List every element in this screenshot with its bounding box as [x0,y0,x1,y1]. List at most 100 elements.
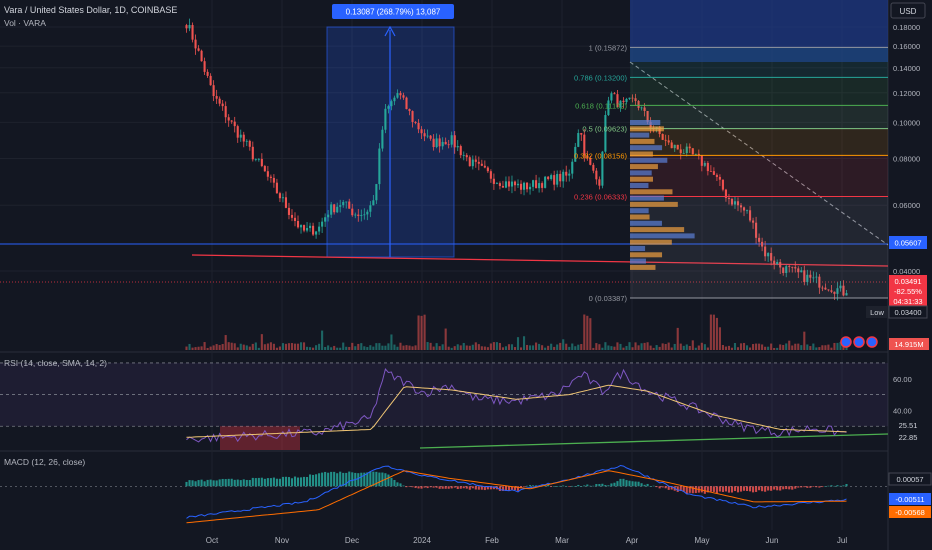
macd-histogram-bar [652,485,655,487]
fib-level-label: 1 (0.15872) [589,43,628,52]
volume-bar [601,347,604,350]
volume-bar [785,343,788,350]
volume-bar [779,344,782,350]
macd-histogram-bar [782,486,785,490]
macd-histogram-bar [203,481,206,487]
macd-histogram-bar [299,477,303,487]
volume-bar [830,347,833,350]
volume-bar [474,342,477,350]
macd-histogram-bar [770,486,773,491]
candle-body [411,111,414,122]
macd-histogram-bar [348,471,351,487]
volume-bar [327,345,330,350]
volume-profile-bar [630,157,668,163]
event-flag-icons[interactable] [840,336,878,348]
volume-bar [586,315,589,350]
candle-body [538,183,541,189]
macd-histogram-bar [194,481,197,487]
macd-histogram-bar [824,485,827,487]
volume-bar [224,335,227,350]
volume-bar [191,347,194,350]
volume-profile-bar [630,138,655,144]
candle-body [336,206,339,213]
macd-histogram-bar [724,486,728,492]
volume-bar [812,343,815,350]
macd-histogram-bar [577,484,580,487]
macd-histogram-bar [239,480,242,487]
volume-bar [730,347,734,350]
macd-histogram-bar [450,486,453,489]
candle-body [327,214,330,218]
candle-body [287,207,291,215]
volume-bar [206,347,209,350]
candle-body [200,50,203,62]
macd-histogram-bar [224,479,227,487]
macd-histogram-bar [800,486,803,488]
volume-bar [553,346,556,350]
candle-body [568,173,571,176]
macd-histogram-bar [776,486,779,491]
volume-bar [709,314,712,350]
volume-bar [315,345,318,350]
candle-body [236,126,239,138]
macd-histogram-bar [785,486,788,490]
volume-bar [827,344,830,350]
macd-title: MACD (12, 26, close) [4,457,85,467]
candle-body [613,93,616,95]
candle-body [375,184,378,201]
candle-body [185,25,188,29]
macd-histogram-bar [640,483,643,487]
volume-bar [429,342,432,350]
candle-body [547,176,550,180]
volume-bar [245,345,248,350]
volume-bar [691,340,694,350]
candle-body [522,182,526,190]
macd-histogram-bar [254,478,257,487]
candle-body [251,146,254,160]
volume-bar [706,347,709,350]
candle-body [293,217,297,221]
volume-bar [767,346,770,350]
macd-histogram-bar [758,486,761,491]
candle-body [284,197,288,208]
macd-histogram-bar [767,486,770,491]
fib-level-label: 0.618 (0.11102) [575,101,627,110]
volume-bar [625,346,628,350]
candle-body [299,225,303,228]
volume-bar [471,344,474,350]
volume-bar [468,345,471,350]
candle-body [486,167,489,172]
volume-bar [486,347,489,350]
volume-bar [712,314,715,350]
macd-histogram-bar [290,478,294,487]
macd-histogram-bar [565,485,568,487]
volume-bar [372,346,375,350]
macd-histogram-bar [227,478,230,487]
macd-histogram-bar [601,483,604,487]
macd-histogram-bar [736,486,740,493]
candle-body [387,106,390,109]
macd-histogram-bar [764,486,767,492]
volume-bar [324,346,327,350]
macd-histogram-bar [477,486,480,490]
candle-body [405,97,408,110]
volume-bar [664,343,667,350]
chart-canvas[interactable]: 1 (0.15872) 0.786 (0.13200) 0.618 (0.11102… [0,0,932,550]
volume-bar [721,344,724,350]
volume-bar [293,343,297,350]
candle-body [553,175,556,185]
macd-histogram-bar [185,481,188,487]
volume-bar [806,344,809,350]
time-tick-label: Dec [345,536,359,545]
volume-bar [742,342,746,350]
volume-bar [200,346,203,350]
candle-body [194,39,197,49]
candle-body [333,204,336,213]
candle-body [598,179,601,186]
candle-body [525,182,529,190]
macd-histogram-bar [302,476,306,487]
macd-histogram-bar [245,479,248,487]
volume-bar [333,345,336,350]
fib-level-label: 0.786 (0.13200) [574,73,627,82]
volume-bar [236,347,239,350]
